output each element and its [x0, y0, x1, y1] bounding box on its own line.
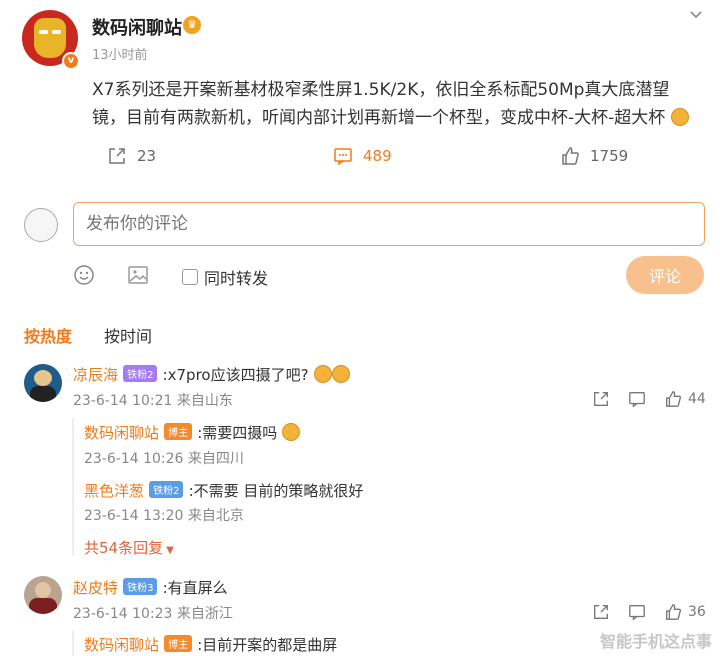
comment-text: :有直屏么 [162, 579, 228, 597]
emoji-icon [313, 365, 332, 383]
reply-divider [72, 630, 74, 656]
reply-text: :需要四摄吗 [197, 424, 278, 442]
caret-down-icon: ▼ [163, 545, 174, 556]
fan-badge: 铁粉2 [123, 365, 158, 382]
reply-source: 来自北京 [187, 508, 244, 524]
reply-author[interactable]: 黑色洋葱 [84, 482, 144, 500]
reply-line: 数码闲聊站 博主 :需要四摄吗 [84, 422, 301, 443]
submit-comment-button[interactable]: 评论 [626, 256, 704, 294]
image-upload-icon[interactable] [127, 264, 149, 286]
share-icon[interactable] [592, 603, 610, 621]
reply-meta: 23-6-14 10:26 来自四川 [84, 448, 244, 468]
thumbs-up-icon [666, 391, 682, 407]
comment-source: 来自浙江 [176, 606, 233, 622]
post-text-content: X7系列还是开案新基材极窄柔性屏1.5K/2K，依旧全系标配50Mp真大底潜望镜… [92, 80, 670, 128]
thumbs-up-icon [562, 147, 579, 165]
reply-text: :目前开案的都是曲屏 [197, 636, 338, 654]
comment-meta: 23-6-14 10:23 来自浙江 [73, 603, 233, 623]
comment-date: 23-6-14 10:21 [73, 393, 173, 409]
comment-button[interactable]: 489 [333, 146, 392, 166]
fan-badge: 铁粉2 [149, 481, 184, 498]
post-text: X7系列还是开案新基材极窄柔性屏1.5K/2K，依旧全系标配50Mp真大底潜望镜… [92, 76, 702, 132]
crown-icon: ♛ [183, 16, 201, 34]
more-replies-link[interactable]: 共54条回复 ▼ [84, 537, 174, 558]
commenter-name[interactable]: 赵皮特 [73, 579, 118, 597]
reply-meta: 23-6-14 13:20 来自北京 [84, 505, 244, 525]
verified-icon: v [62, 52, 80, 70]
share-icon[interactable] [592, 390, 610, 408]
share-count: 23 [137, 147, 157, 165]
tab-sort-hot[interactable]: 按热度 [24, 323, 72, 347]
commenter-avatar[interactable] [24, 364, 62, 402]
emoji-icon [331, 365, 350, 383]
comment-line: 赵皮特 铁粉3 :有直屏么 [73, 577, 228, 598]
repost-checkbox[interactable]: 同时转发 [182, 265, 268, 289]
reply-source: 来自四川 [187, 451, 244, 467]
comment-line: 凉辰海 铁粉2 :x7pro应该四摄了吧? [73, 364, 350, 385]
comment-actions: 36 [592, 603, 706, 621]
more-replies-label: 共54条回复 [84, 539, 164, 557]
fan-badge: 铁粉3 [123, 578, 158, 595]
tab-sort-time[interactable]: 按时间 [104, 323, 152, 347]
comment-count: 489 [363, 147, 392, 165]
reply-author[interactable]: 数码闲聊站 [84, 636, 159, 654]
reply-date: 23-6-14 13:20 [84, 508, 184, 524]
like-count: 1759 [590, 147, 629, 165]
comment-meta: 23-6-14 10:21 来自山东 [73, 390, 233, 410]
comment-like-count: 44 [688, 391, 706, 407]
blogger-badge: 博主 [164, 635, 193, 652]
reply-date: 23-6-14 10:26 [84, 451, 184, 467]
blogger-badge: 博主 [164, 423, 193, 440]
my-avatar [24, 208, 58, 242]
comment-source: 来自山东 [176, 393, 233, 409]
comment-icon [334, 148, 352, 166]
comment-text: :x7pro应该四摄了吧? [162, 366, 309, 384]
comment-date: 23-6-14 10:23 [73, 606, 173, 622]
reply-line: 数码闲聊站 博主 :目前开案的都是曲屏 [84, 634, 337, 655]
commenter-avatar[interactable] [24, 576, 62, 614]
reply-line: 黑色洋葱 铁粉2 :不需要 目前的策略就很好 [84, 480, 363, 501]
reply-divider [72, 418, 74, 556]
share-icon [109, 148, 125, 164]
reply-author[interactable]: 数码闲聊站 [84, 424, 159, 442]
comment-like-button[interactable]: 44 [664, 390, 706, 408]
share-button[interactable]: 23 [107, 146, 156, 166]
emoji-picker-icon[interactable] [73, 264, 95, 286]
chevron-down-icon[interactable] [686, 6, 706, 26]
commenter-name[interactable]: 凉辰海 [73, 366, 118, 384]
comment-actions: 44 [592, 390, 706, 408]
emoji-icon [670, 108, 689, 126]
post-time[interactable]: 13小时前 [92, 44, 148, 63]
author-name[interactable]: 数码闲聊站 [92, 14, 182, 40]
comment-icon[interactable] [628, 390, 646, 408]
emoji-icon [282, 423, 301, 441]
comment-icon[interactable] [628, 603, 646, 621]
comment-like-button[interactable]: 36 [664, 603, 706, 621]
reply-text: :不需要 目前的策略就很好 [188, 482, 364, 500]
watermark: 智能手机这点事 [599, 632, 712, 651]
checkbox-box[interactable] [182, 269, 198, 285]
repost-label: 同时转发 [204, 269, 269, 288]
comment-like-count: 36 [688, 604, 706, 620]
like-button[interactable]: 1759 [560, 146, 628, 166]
thumbs-up-icon [666, 604, 682, 620]
comment-input[interactable] [73, 202, 705, 246]
